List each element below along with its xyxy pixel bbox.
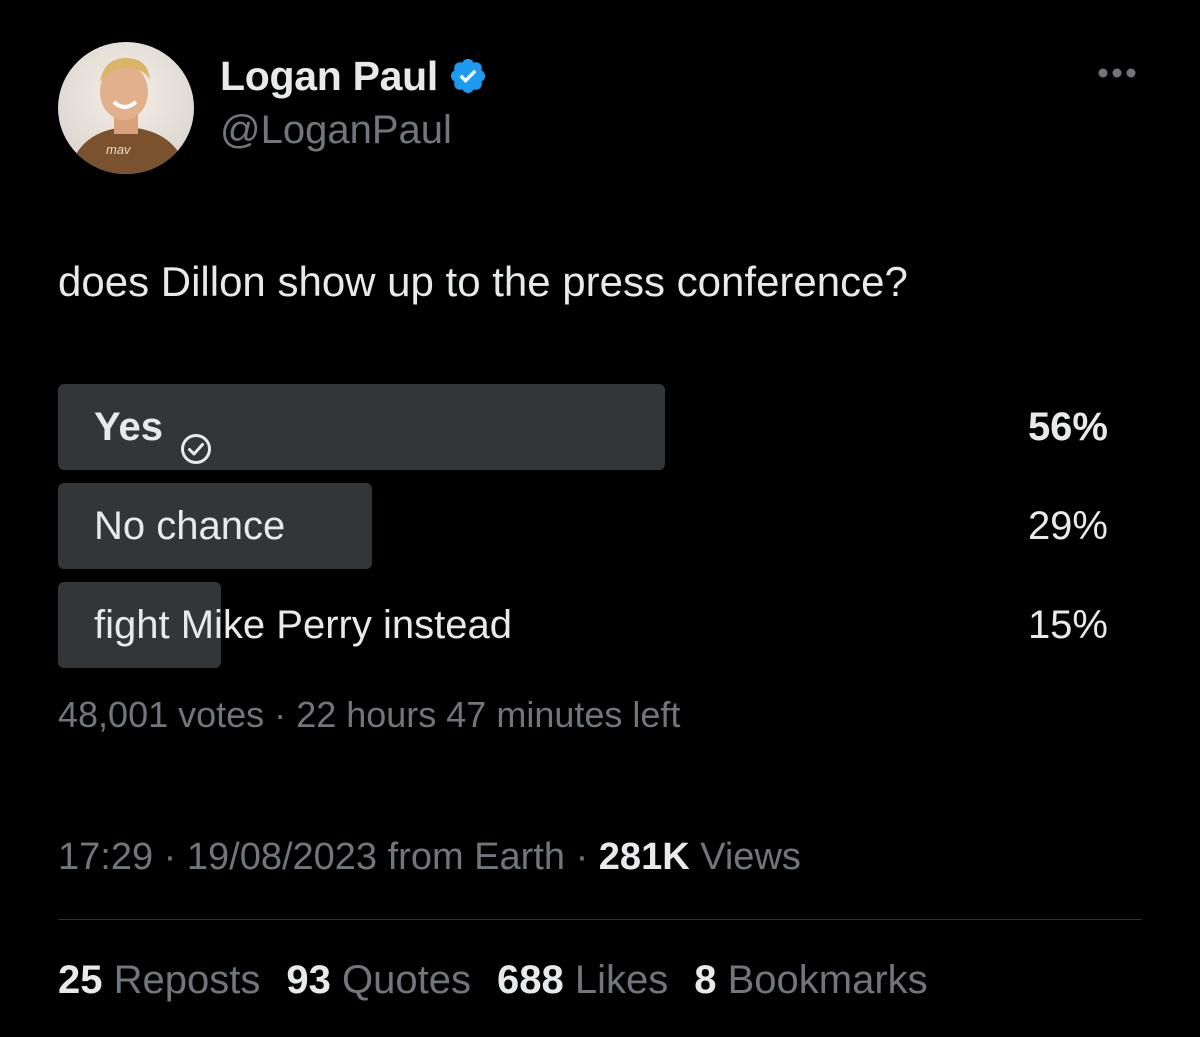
tweet-text: does Dillon show up to the press confere… bbox=[58, 258, 908, 305]
avatar-shirt-text: mav bbox=[106, 142, 132, 157]
likes-label: Likes bbox=[574, 958, 669, 1002]
poll-meta: 48,001 votes · 22 hours 47 minutes left bbox=[58, 694, 680, 736]
poll-option-yes: Yes 56% bbox=[58, 384, 1108, 470]
poll-option-percent: 15% bbox=[1027, 603, 1108, 647]
tweet-date[interactable]: 19/08/2023 bbox=[187, 836, 377, 878]
display-name[interactable]: Logan Paul bbox=[220, 53, 438, 100]
verified-badge-icon[interactable] bbox=[448, 56, 488, 96]
separator: · bbox=[163, 836, 177, 878]
quotes-count: 93 bbox=[286, 958, 331, 1002]
name-row: Logan Paul bbox=[220, 50, 488, 102]
poll-option-text: fight Mike Perry instead bbox=[94, 603, 512, 647]
more-options-icon[interactable] bbox=[1096, 66, 1138, 80]
reposts-count: 25 bbox=[58, 958, 103, 1002]
user-handle[interactable]: @LoganPaul bbox=[220, 108, 488, 153]
likes-count: 688 bbox=[496, 958, 564, 1002]
separator: · bbox=[274, 694, 287, 735]
tweet-time[interactable]: 17:29 bbox=[58, 836, 153, 878]
poll-votes: 48,001 votes bbox=[58, 694, 265, 735]
poll-option-fight-mike-perry: fight Mike Perry instead 15% bbox=[58, 582, 1108, 668]
tweet-header: mav Logan Paul @LoganPaul bbox=[58, 42, 1142, 174]
poll-option-text: No chance bbox=[94, 504, 286, 548]
separator: · bbox=[575, 836, 589, 878]
check-circle-icon bbox=[179, 410, 213, 464]
likes-stat[interactable]: 688 Likes bbox=[497, 958, 668, 1003]
bookmarks-stat[interactable]: 8 Bookmarks bbox=[694, 958, 927, 1003]
poll-option-no-chance: No chance 29% bbox=[58, 483, 1108, 569]
poll-option-label: fight Mike Perry instead bbox=[94, 582, 512, 668]
bookmarks-label: Bookmarks bbox=[727, 958, 928, 1002]
tweet-source: from Earth bbox=[387, 836, 566, 878]
tweet-meta: 17:29 · 19/08/2023 from Earth · 281K Vie… bbox=[58, 836, 801, 879]
bookmarks-count: 8 bbox=[694, 958, 717, 1002]
poll-option-percent: 29% bbox=[1027, 504, 1108, 548]
user-info: Logan Paul @LoganPaul bbox=[220, 50, 488, 153]
poll-time-left: 22 hours 47 minutes left bbox=[296, 694, 681, 735]
divider bbox=[58, 919, 1142, 920]
avatar[interactable]: mav bbox=[58, 42, 194, 174]
poll-option-percent: 56% bbox=[1027, 405, 1108, 449]
engagement-stats: 25 Reposts 93 Quotes 688 Likes 8 Bookmar… bbox=[58, 958, 954, 1003]
quotes-stat[interactable]: 93 Quotes bbox=[286, 958, 471, 1003]
quotes-label: Quotes bbox=[342, 958, 471, 1002]
reposts-label: Reposts bbox=[113, 958, 261, 1002]
poll: Yes 56% No chance 29% fight Mike Perry i… bbox=[58, 384, 1108, 681]
reposts-stat[interactable]: 25 Reposts bbox=[58, 958, 260, 1003]
poll-option-label: No chance bbox=[94, 483, 285, 569]
poll-option-text: Yes bbox=[94, 405, 163, 449]
poll-option-label: Yes bbox=[94, 384, 213, 470]
views-label: Views bbox=[700, 836, 801, 878]
views-count: 281K bbox=[598, 836, 690, 878]
